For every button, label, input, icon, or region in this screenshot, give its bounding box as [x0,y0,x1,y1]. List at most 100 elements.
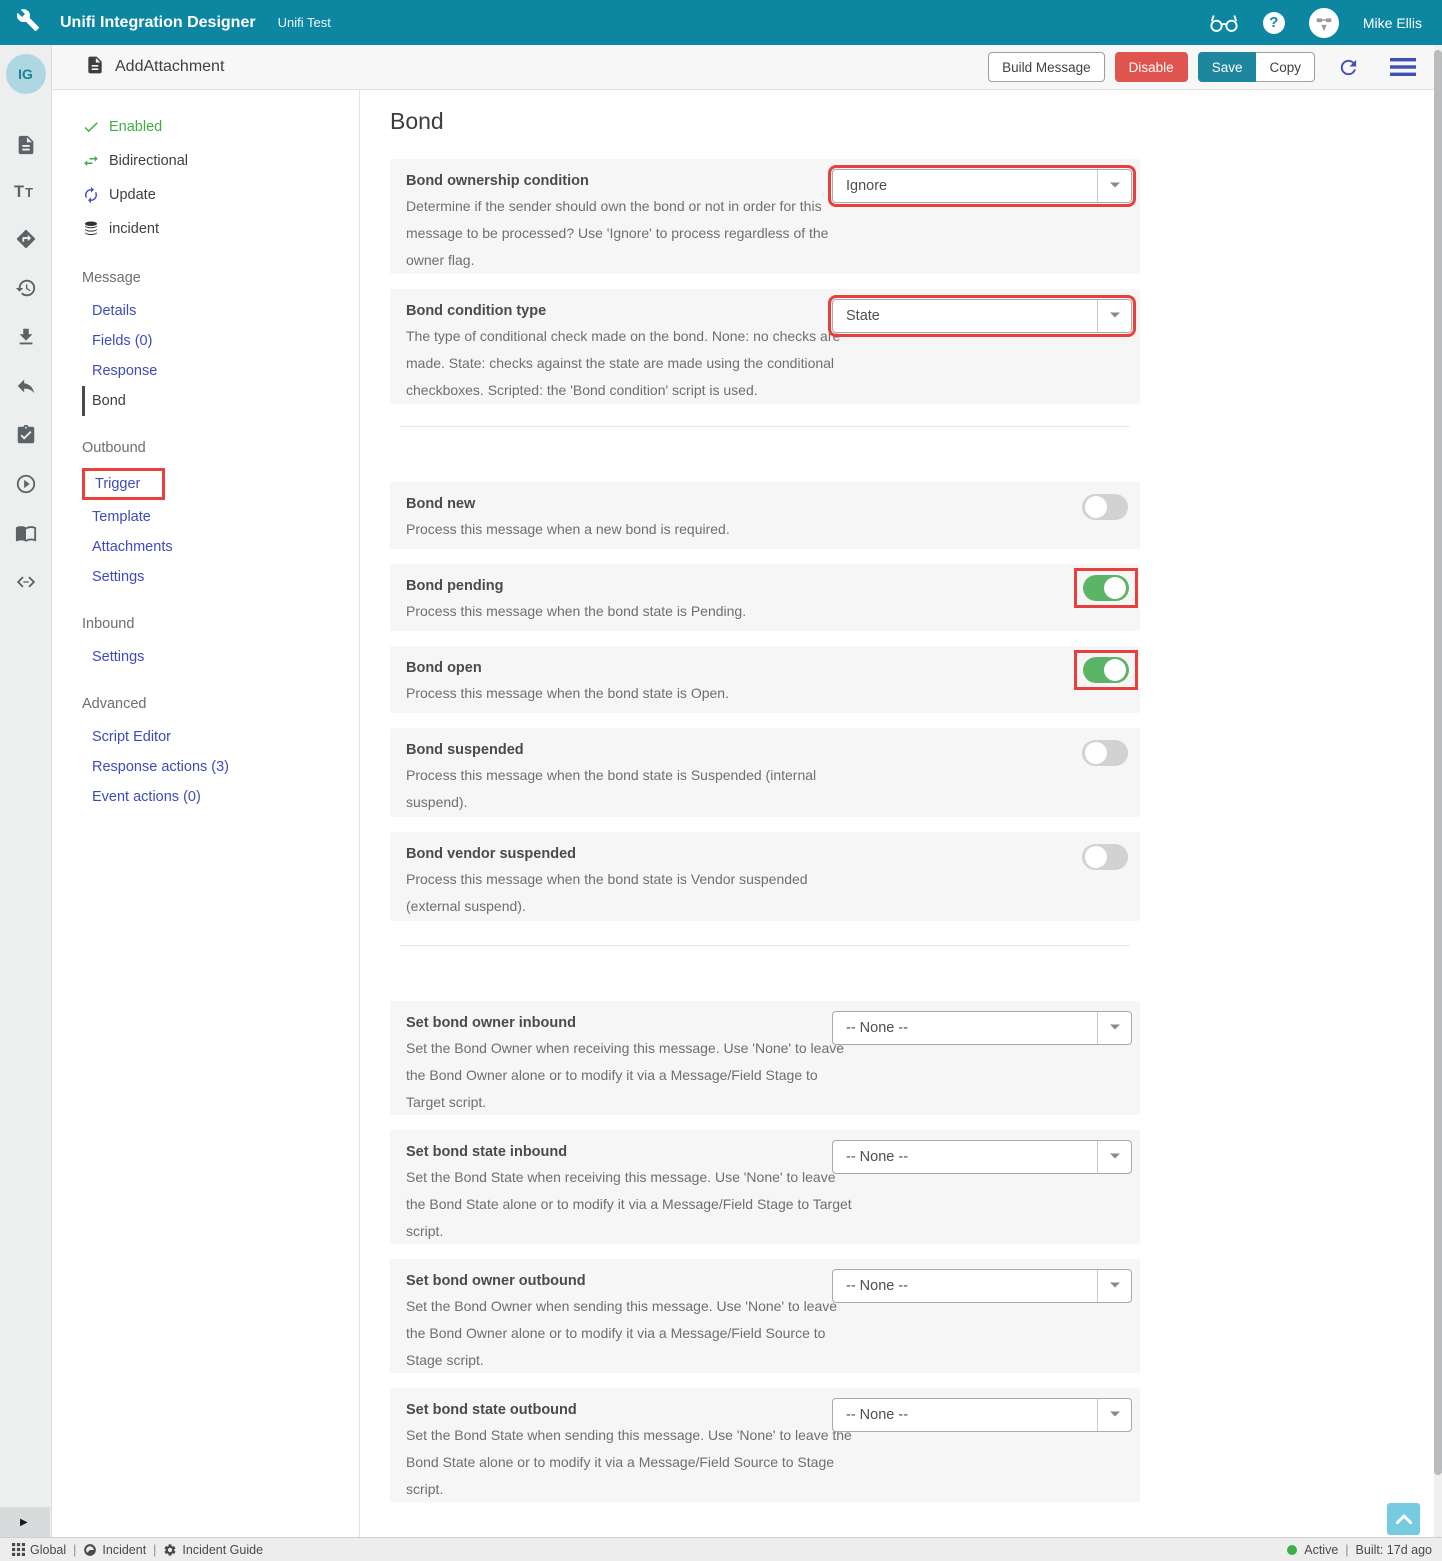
status-incident-table: incident [82,212,359,246]
field-bond-pending: Bond pending Process this message when t… [390,564,1140,631]
field-description: Set the Bond Owner when sending this mes… [406,1293,856,1373]
build-age-label: Built: 17d ago [1356,1543,1432,1557]
status-update: Update [82,178,359,212]
expand-arrow-icon[interactable]: ▶ [0,1507,50,1537]
nav-item-template[interactable]: Template [82,502,359,532]
statusbar-incident[interactable]: Incident [83,1543,146,1557]
help-icon[interactable]: ? [1263,12,1285,34]
field-bond-vendor-suspended: Bond vendor suspended Process this messa… [390,832,1140,921]
avatar[interactable] [1309,8,1339,38]
code-icon[interactable] [15,571,37,593]
section-divider [400,426,1130,427]
document-icon[interactable] [15,134,37,156]
active-status-dot [1287,1545,1297,1555]
field-set-bond-owner-outbound: Set bond owner outbound Set the Bond Own… [390,1259,1140,1373]
field-description: Process this message when the bond state… [406,762,856,816]
tasks-icon[interactable] [15,424,37,446]
build-message-button[interactable]: Build Message [988,52,1105,82]
reply-icon[interactable] [15,375,37,397]
history-icon[interactable] [15,277,37,299]
status-bidirectional: Bidirectional [82,144,359,178]
field-description: Set the Bond State when receiving this m… [406,1164,856,1244]
swap-icon [82,152,100,170]
toolbar: AddAttachment Build Message Disable Save… [52,45,1434,90]
field-bond-ownership-condition: Bond ownership condition Determine if th… [390,159,1140,274]
update-icon [82,186,100,204]
nav-item-event-actions[interactable]: Event actions (0) [82,782,359,812]
bond-suspended-toggle[interactable] [1082,740,1128,766]
menu-icon[interactable] [1390,57,1416,77]
icon-rail: IG TT ▶ [0,45,52,1537]
chevron-down-icon [1097,1270,1131,1302]
field-bond-suspended: Bond suspended Process this message when… [390,728,1140,817]
nav-item-attachments[interactable]: Attachments [82,532,359,562]
nav-item-trigger[interactable]: Trigger [85,471,140,497]
wrench-icon [16,8,40,37]
bond-ownership-condition-select[interactable]: Ignore [832,169,1132,203]
nav-section-inbound: Inbound [82,616,359,642]
bond-new-toggle[interactable] [1082,494,1128,520]
chevron-down-icon [1097,170,1131,202]
status-active-label: Active [1304,1543,1338,1557]
field-label: Bond open [406,658,1124,678]
field-label: Bond suspended [406,740,1124,760]
chevron-down-icon [1097,1399,1131,1431]
field-bond-new: Bond new Process this message when a new… [390,482,1140,549]
grid-icon [12,1543,25,1556]
vertical-scrollbar [1434,45,1442,1561]
nav-item-details[interactable]: Details [82,296,359,326]
book-icon[interactable] [15,522,37,544]
text-format-icon[interactable]: TT [14,183,38,201]
disable-button[interactable]: Disable [1115,52,1188,82]
field-bond-open: Bond open Process this message when the … [390,646,1140,713]
nav-item-fields[interactable]: Fields (0) [82,326,359,356]
check-icon [82,118,100,136]
field-set-bond-owner-inbound: Set bond owner inbound Set the Bond Owne… [390,1001,1140,1115]
gear-icon [163,1543,177,1557]
set-bond-state-outbound-select[interactable]: -- None -- [832,1398,1132,1432]
glasses-icon[interactable] [1209,12,1239,34]
nav-item-response-actions[interactable]: Response actions (3) [82,752,359,782]
field-description: Set the Bond Owner when receiving this m… [406,1035,856,1115]
field-description: Process this message when the bond state… [406,598,856,625]
refresh-icon[interactable] [1337,56,1360,79]
workspace-name: Unifi Test [278,15,331,30]
status-enabled: Enabled [82,110,359,144]
nav-item-inbound-settings[interactable]: Settings [82,642,359,672]
page-record-title: AddAttachment [115,58,224,76]
statusbar-incident-guide[interactable]: Incident Guide [163,1543,263,1557]
scrollbar-thumb[interactable] [1434,50,1442,1475]
bond-open-toggle[interactable] [1083,657,1129,683]
nav-item-response[interactable]: Response [82,356,359,386]
save-button[interactable]: Save [1198,52,1257,82]
field-label: Bond new [406,494,1124,514]
directions-icon[interactable] [15,228,37,250]
integration-avatar[interactable]: IG [6,54,46,94]
field-description: Process this message when the bond state… [406,680,856,707]
field-description: Process this message when a new bond is … [406,516,856,543]
field-description: Process this message when the bond state… [406,866,856,920]
nav-item-outbound-settings[interactable]: Settings [82,562,359,592]
nav-item-bond[interactable]: Bond [82,386,359,416]
chevron-down-icon [1097,300,1131,332]
bond-pending-toggle[interactable] [1083,575,1129,601]
play-icon[interactable] [15,473,37,495]
chevron-up-icon [1396,1514,1412,1524]
set-bond-owner-outbound-select[interactable]: -- None -- [832,1269,1132,1303]
download-icon[interactable] [15,326,37,348]
scroll-to-top-button[interactable] [1387,1503,1420,1535]
field-bond-condition-type: Bond condition type The type of conditio… [390,289,1140,404]
nav-section-message: Message [82,270,359,296]
copy-button[interactable]: Copy [1256,52,1315,82]
statusbar-global[interactable]: Global [12,1543,66,1557]
set-bond-state-inbound-select[interactable]: -- None -- [832,1140,1132,1174]
nav-item-script-editor[interactable]: Script Editor [82,722,359,752]
status-bar: Global | Incident | Incident Guide Activ… [0,1537,1442,1561]
field-set-bond-state-inbound: Set bond state inbound Set the Bond Stat… [390,1130,1140,1244]
bond-vendor-suspended-toggle[interactable] [1082,844,1128,870]
bond-condition-type-select[interactable]: State [832,299,1132,333]
set-bond-owner-inbound-select[interactable]: -- None -- [832,1011,1132,1045]
record-nav: Enabled Bidirectional Update incident Me… [52,90,360,1537]
field-description: Set the Bond State when sending this mes… [406,1422,856,1502]
field-description: Determine if the sender should own the b… [406,193,856,274]
